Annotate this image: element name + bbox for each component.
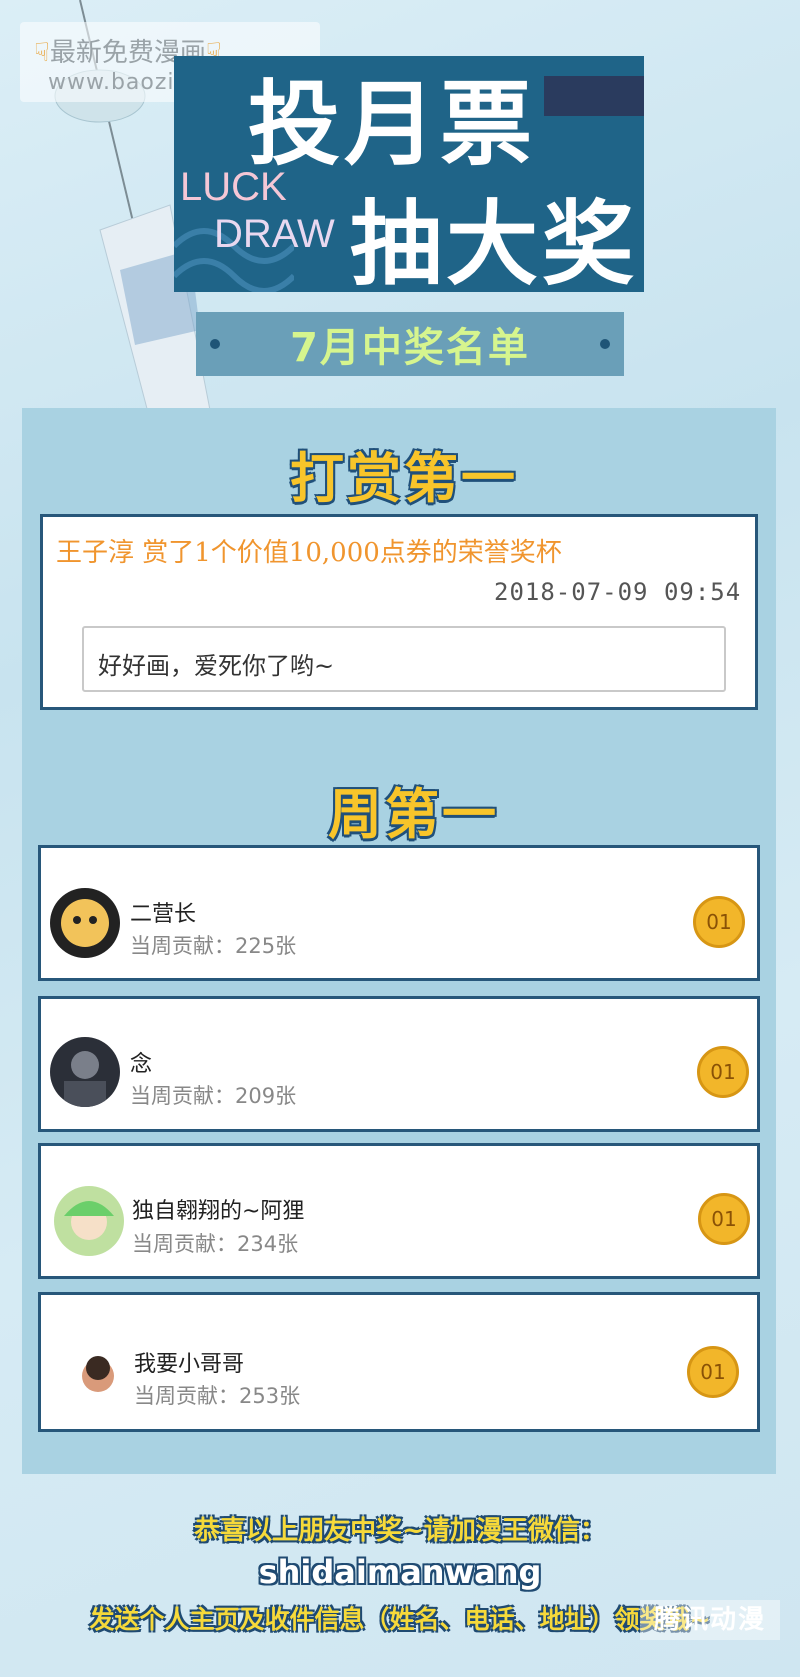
avatar	[56, 1338, 126, 1408]
avatar	[54, 1186, 124, 1256]
avatar	[50, 888, 120, 958]
dot-icon	[210, 339, 220, 349]
medal-icon: 01	[693, 896, 745, 948]
message-text: 好好画，爱死你了哟~	[98, 652, 335, 680]
reward-time: 2018-07-09 09:54	[494, 578, 742, 606]
reward-heading: 打赏第一	[290, 447, 518, 510]
user-contribution: 当周贡献：209张	[130, 1084, 297, 1108]
tencent-comic-logo: 腾讯动漫	[640, 1600, 780, 1640]
user-name: 独自翱翔的~阿狸	[132, 1199, 305, 1224]
medal-icon: 01	[697, 1046, 749, 1098]
medal-icon: 01	[698, 1193, 750, 1245]
footer-wechat-id: shidaimanwang	[258, 1553, 542, 1591]
subtitle-bar: 7月中奖名单	[196, 312, 624, 376]
avatar	[50, 1037, 120, 1107]
banner-luck: LUCK	[180, 165, 287, 209]
banner-title-line2: 抽大奖	[350, 191, 639, 298]
user-contribution: 当周贡献：253张	[134, 1384, 301, 1408]
user-name: 二营长	[130, 902, 197, 927]
reward-text: 王子淳 赏了1个价值10,000点券的荣誉奖杯	[56, 538, 562, 568]
dot-icon	[600, 339, 610, 349]
user-contribution: 当周贡献：234张	[132, 1232, 299, 1256]
weekly-heading: 周第一	[328, 783, 499, 846]
banner-pattern	[544, 76, 644, 116]
medal-icon: 01	[687, 1346, 739, 1398]
user-contribution: 当周贡献：225张	[130, 934, 297, 958]
banner-title-line1: 投月票	[248, 71, 537, 178]
subtitle: 7月中奖名单	[290, 325, 530, 371]
user-name: 我要小哥哥	[134, 1352, 245, 1377]
pointing-hand-icon: ☟	[34, 38, 50, 68]
footer-line1: 恭喜以上朋友中奖~请加漫王微信：	[194, 1516, 606, 1546]
user-name: 念	[130, 1052, 153, 1077]
banner-draw: DRAW	[214, 212, 335, 256]
